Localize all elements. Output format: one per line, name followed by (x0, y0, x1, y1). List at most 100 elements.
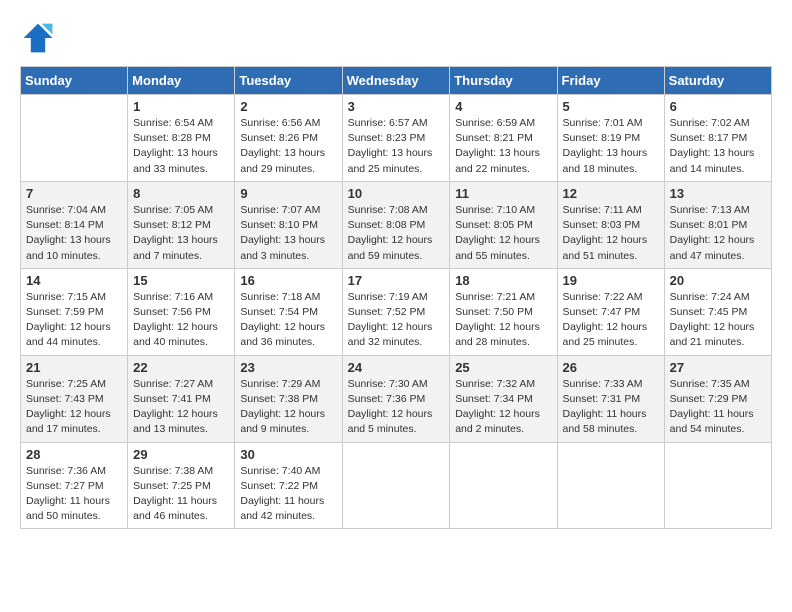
calendar-cell: 18 Sunrise: 7:21 AMSunset: 7:50 PMDayligh… (450, 268, 557, 355)
day-number: 15 (133, 273, 229, 288)
day-number: 6 (670, 99, 766, 114)
day-number: 5 (563, 99, 659, 114)
col-header-wednesday: Wednesday (342, 67, 450, 95)
day-number: 29 (133, 447, 229, 462)
day-number: 22 (133, 360, 229, 375)
calendar-cell: 29 Sunrise: 7:38 AMSunset: 7:25 PMDayligh… (128, 442, 235, 529)
day-info: Sunrise: 7:36 AMSunset: 7:27 PMDaylight:… (26, 464, 122, 525)
calendar-cell: 27 Sunrise: 7:35 AMSunset: 7:29 PMDayligh… (664, 355, 771, 442)
week-row-1: 1 Sunrise: 6:54 AMSunset: 8:28 PMDaylight… (21, 95, 772, 182)
calendar-cell: 4 Sunrise: 6:59 AMSunset: 8:21 PMDaylight… (450, 95, 557, 182)
day-number: 11 (455, 186, 551, 201)
day-number: 26 (563, 360, 659, 375)
calendar-cell: 1 Sunrise: 6:54 AMSunset: 8:28 PMDaylight… (128, 95, 235, 182)
calendar-cell: 22 Sunrise: 7:27 AMSunset: 7:41 PMDayligh… (128, 355, 235, 442)
day-info: Sunrise: 6:54 AMSunset: 8:28 PMDaylight:… (133, 116, 229, 177)
day-info: Sunrise: 7:27 AMSunset: 7:41 PMDaylight:… (133, 377, 229, 438)
col-header-thursday: Thursday (450, 67, 557, 95)
day-number: 24 (348, 360, 445, 375)
day-number: 9 (240, 186, 336, 201)
calendar-cell: 7 Sunrise: 7:04 AMSunset: 8:14 PMDaylight… (21, 181, 128, 268)
day-number: 8 (133, 186, 229, 201)
day-number: 2 (240, 99, 336, 114)
day-number: 27 (670, 360, 766, 375)
calendar-cell (450, 442, 557, 529)
day-info: Sunrise: 6:59 AMSunset: 8:21 PMDaylight:… (455, 116, 551, 177)
calendar-cell: 30 Sunrise: 7:40 AMSunset: 7:22 PMDayligh… (235, 442, 342, 529)
calendar-header-row: SundayMondayTuesdayWednesdayThursdayFrid… (21, 67, 772, 95)
day-info: Sunrise: 7:21 AMSunset: 7:50 PMDaylight:… (455, 290, 551, 351)
day-info: Sunrise: 7:40 AMSunset: 7:22 PMDaylight:… (240, 464, 336, 525)
day-number: 18 (455, 273, 551, 288)
calendar-cell: 11 Sunrise: 7:10 AMSunset: 8:05 PMDayligh… (450, 181, 557, 268)
calendar-cell: 6 Sunrise: 7:02 AMSunset: 8:17 PMDaylight… (664, 95, 771, 182)
day-number: 3 (348, 99, 445, 114)
day-info: Sunrise: 7:07 AMSunset: 8:10 PMDaylight:… (240, 203, 336, 264)
calendar-cell: 2 Sunrise: 6:56 AMSunset: 8:26 PMDaylight… (235, 95, 342, 182)
col-header-sunday: Sunday (21, 67, 128, 95)
day-info: Sunrise: 7:13 AMSunset: 8:01 PMDaylight:… (670, 203, 766, 264)
day-info: Sunrise: 7:08 AMSunset: 8:08 PMDaylight:… (348, 203, 445, 264)
col-header-saturday: Saturday (664, 67, 771, 95)
col-header-friday: Friday (557, 67, 664, 95)
day-info: Sunrise: 7:32 AMSunset: 7:34 PMDaylight:… (455, 377, 551, 438)
day-number: 13 (670, 186, 766, 201)
day-info: Sunrise: 7:04 AMSunset: 8:14 PMDaylight:… (26, 203, 122, 264)
day-number: 4 (455, 99, 551, 114)
day-info: Sunrise: 7:25 AMSunset: 7:43 PMDaylight:… (26, 377, 122, 438)
day-number: 19 (563, 273, 659, 288)
day-number: 7 (26, 186, 122, 201)
day-info: Sunrise: 7:05 AMSunset: 8:12 PMDaylight:… (133, 203, 229, 264)
logo-icon (20, 20, 56, 56)
day-number: 20 (670, 273, 766, 288)
calendar-cell: 9 Sunrise: 7:07 AMSunset: 8:10 PMDaylight… (235, 181, 342, 268)
day-number: 30 (240, 447, 336, 462)
calendar-cell (21, 95, 128, 182)
day-info: Sunrise: 7:19 AMSunset: 7:52 PMDaylight:… (348, 290, 445, 351)
day-info: Sunrise: 7:38 AMSunset: 7:25 PMDaylight:… (133, 464, 229, 525)
calendar-cell: 17Sunrise: 7:19 AMSunset: 7:52 PMDayligh… (342, 268, 450, 355)
calendar-cell: 10Sunrise: 7:08 AMSunset: 8:08 PMDayligh… (342, 181, 450, 268)
calendar-cell: 12 Sunrise: 7:11 AMSunset: 8:03 PMDayligh… (557, 181, 664, 268)
calendar-cell: 26 Sunrise: 7:33 AMSunset: 7:31 PMDayligh… (557, 355, 664, 442)
day-info: Sunrise: 7:33 AMSunset: 7:31 PMDaylight:… (563, 377, 659, 438)
day-info: Sunrise: 7:10 AMSunset: 8:05 PMDaylight:… (455, 203, 551, 264)
day-info: Sunrise: 6:56 AMSunset: 8:26 PMDaylight:… (240, 116, 336, 177)
day-info: Sunrise: 7:15 AMSunset: 7:59 PMDaylight:… (26, 290, 122, 351)
day-info: Sunrise: 6:57 AMSunset: 8:23 PMDaylight:… (348, 116, 445, 177)
day-number: 1 (133, 99, 229, 114)
calendar-cell: 21 Sunrise: 7:25 AMSunset: 7:43 PMDayligh… (21, 355, 128, 442)
day-number: 21 (26, 360, 122, 375)
calendar-cell: 8 Sunrise: 7:05 AMSunset: 8:12 PMDaylight… (128, 181, 235, 268)
calendar-cell: 24 Sunrise: 7:30 AMSunset: 7:36 PMDayligh… (342, 355, 450, 442)
calendar-cell: 16 Sunrise: 7:18 AMSunset: 7:54 PMDayligh… (235, 268, 342, 355)
day-info: Sunrise: 7:11 AMSunset: 8:03 PMDaylight:… (563, 203, 659, 264)
calendar-cell: 20Sunrise: 7:24 AMSunset: 7:45 PMDayligh… (664, 268, 771, 355)
day-info: Sunrise: 7:01 AMSunset: 8:19 PMDaylight:… (563, 116, 659, 177)
day-number: 23 (240, 360, 336, 375)
day-number: 16 (240, 273, 336, 288)
calendar-cell: 13 Sunrise: 7:13 AMSunset: 8:01 PMDayligh… (664, 181, 771, 268)
page-header (20, 20, 772, 56)
week-row-4: 21 Sunrise: 7:25 AMSunset: 7:43 PMDayligh… (21, 355, 772, 442)
day-info: Sunrise: 7:18 AMSunset: 7:54 PMDaylight:… (240, 290, 336, 351)
day-number: 12 (563, 186, 659, 201)
week-row-3: 14 Sunrise: 7:15 AMSunset: 7:59 PMDayligh… (21, 268, 772, 355)
calendar-cell: 28Sunrise: 7:36 AMSunset: 7:27 PMDayligh… (21, 442, 128, 529)
week-row-5: 28Sunrise: 7:36 AMSunset: 7:27 PMDayligh… (21, 442, 772, 529)
col-header-monday: Monday (128, 67, 235, 95)
day-info: Sunrise: 7:02 AMSunset: 8:17 PMDaylight:… (670, 116, 766, 177)
calendar-cell: 23 Sunrise: 7:29 AMSunset: 7:38 PMDayligh… (235, 355, 342, 442)
day-number: 25 (455, 360, 551, 375)
week-row-2: 7 Sunrise: 7:04 AMSunset: 8:14 PMDaylight… (21, 181, 772, 268)
day-info: Sunrise: 7:30 AMSunset: 7:36 PMDaylight:… (348, 377, 445, 438)
calendar-cell (664, 442, 771, 529)
calendar-cell: 25 Sunrise: 7:32 AMSunset: 7:34 PMDayligh… (450, 355, 557, 442)
calendar-cell: 19 Sunrise: 7:22 AMSunset: 7:47 PMDayligh… (557, 268, 664, 355)
calendar-cell (557, 442, 664, 529)
logo (20, 20, 60, 56)
day-number: 14 (26, 273, 122, 288)
day-info: Sunrise: 7:29 AMSunset: 7:38 PMDaylight:… (240, 377, 336, 438)
day-info: Sunrise: 7:35 AMSunset: 7:29 PMDaylight:… (670, 377, 766, 438)
day-info: Sunrise: 7:22 AMSunset: 7:47 PMDaylight:… (563, 290, 659, 351)
